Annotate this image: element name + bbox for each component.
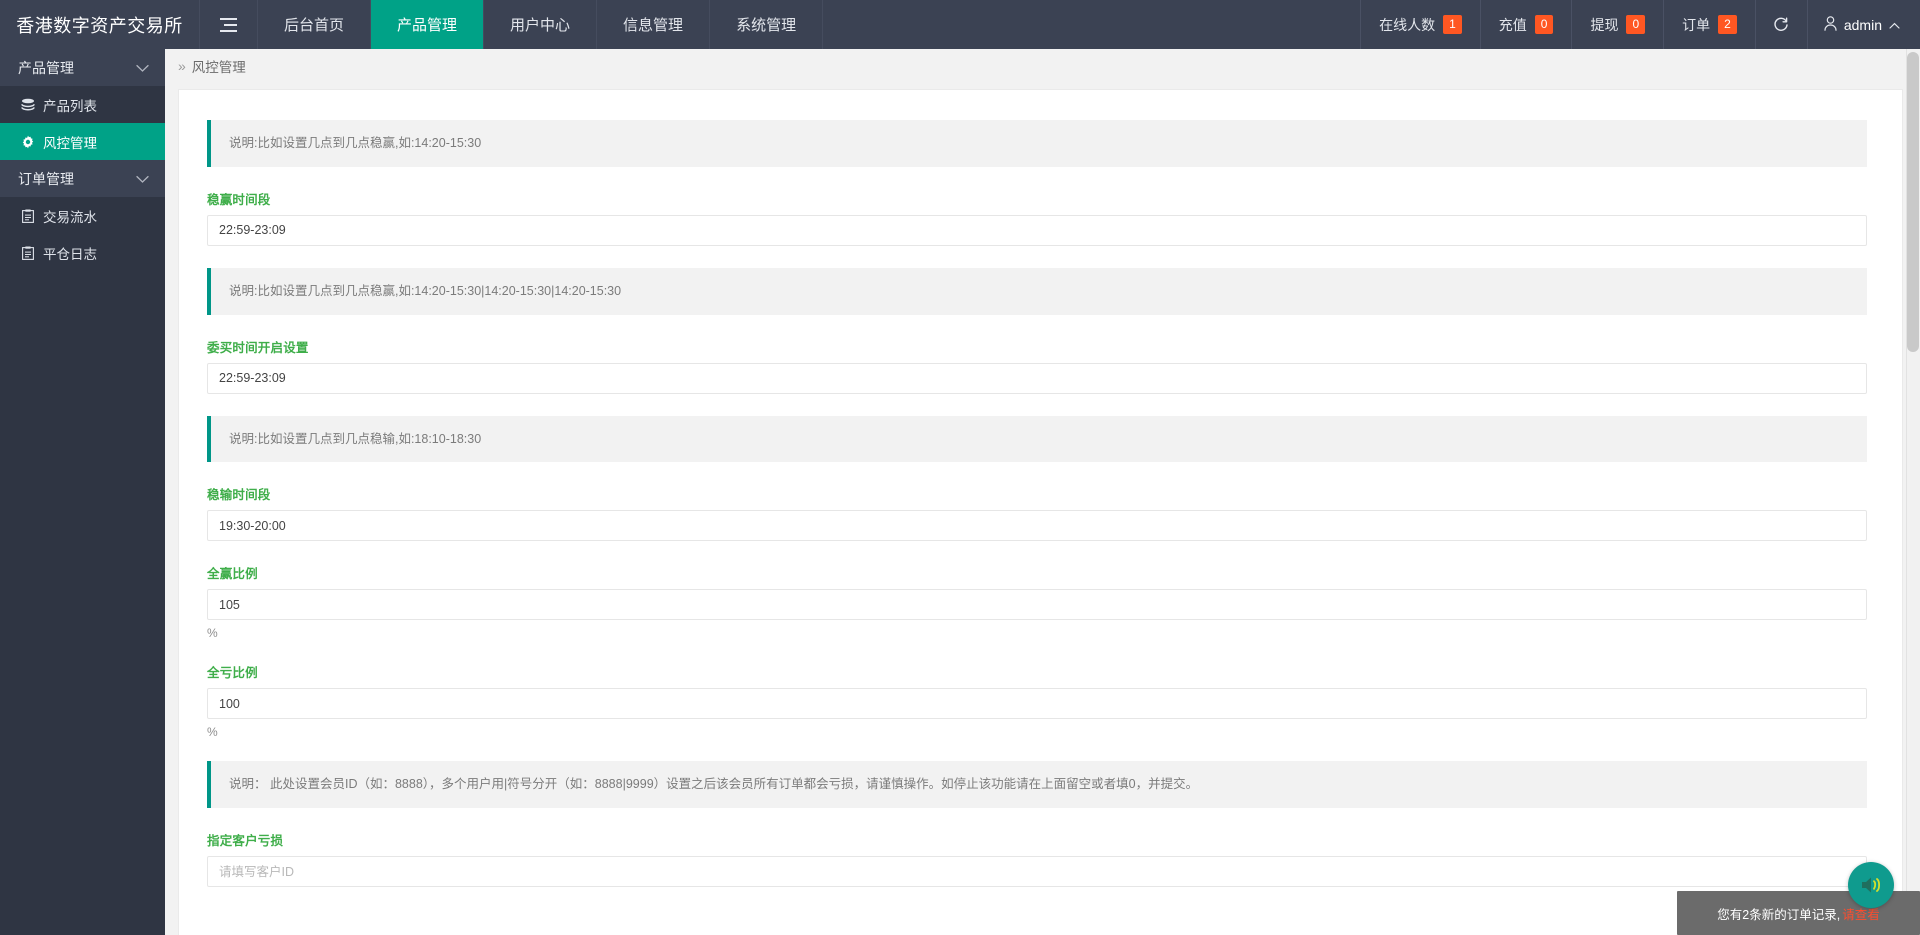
sidebar-item-product-list[interactable]: 产品列表	[0, 86, 165, 123]
sidebar-group-order-label: 订单管理	[18, 170, 74, 187]
field-group-win-ratio: 全赢比例 %	[207, 563, 1867, 640]
risk-control-card: 说明:比如设置几点到几点稳赢,如:14:20-15:30 稳赢时间段 说明:比如…	[178, 89, 1903, 935]
label-loss-ratio: 全亏比例	[207, 666, 258, 681]
header-spacer	[823, 0, 1360, 49]
field-group-loss-ratio: 全亏比例 %	[207, 662, 1867, 739]
help-win-ratio: %	[207, 626, 218, 641]
input-win-time[interactable]	[207, 214, 1867, 246]
user-icon	[1824, 15, 1837, 34]
field-group-win-time: 稳赢时间段	[207, 189, 1867, 246]
user-menu[interactable]: admin	[1806, 0, 1920, 49]
sidebar-item-risk-control[interactable]: 风控管理	[0, 123, 165, 160]
risk-control-form: 说明:比如设置几点到几点稳赢,如:14:20-15:30 稳赢时间段 说明:比如…	[207, 120, 1867, 887]
stat-online-label: 在线人数	[1379, 16, 1436, 33]
sidebar-item-close-position-log[interactable]: 平仓日志	[0, 234, 165, 271]
chevron-down-icon	[136, 171, 149, 187]
input-buy-time[interactable]	[207, 362, 1867, 394]
field-group-specified-customer-loss: 指定客户亏损	[207, 830, 1867, 887]
sidebar-group-product-label: 产品管理	[18, 59, 74, 76]
clipboard-icon	[20, 209, 35, 223]
chevron-down-icon	[136, 60, 149, 76]
stat-deposit[interactable]: 充值 0	[1479, 0, 1572, 49]
top-header: 香港数字资产交易所 后台首页 产品管理 用户中心 信息管理 系统管理 在线人数 …	[0, 0, 1920, 49]
nav-item-user[interactable]: 用户中心	[484, 0, 598, 49]
sidebar-item-transaction-flow[interactable]: 交易流水	[0, 197, 165, 234]
breadcrumb-arrows-icon: »	[178, 58, 186, 74]
stat-withdraw-label: 提现	[1590, 16, 1619, 33]
chevron-up-icon	[1889, 17, 1900, 33]
speaker-icon	[1862, 877, 1880, 893]
page-scrollbar-thumb[interactable]	[1907, 52, 1919, 352]
main-nav: 后台首页 产品管理 用户中心 信息管理 系统管理	[258, 0, 824, 49]
breadcrumb: » 风控管理	[165, 49, 1920, 83]
sidebar-item-risk-control-label: 风控管理	[43, 135, 97, 151]
hamburger-icon[interactable]	[200, 0, 258, 49]
stat-order-badge: 2	[1718, 15, 1737, 34]
input-lose-time[interactable]	[207, 510, 1867, 542]
label-lose-time: 稳输时间段	[207, 488, 271, 503]
sidebar-item-product-list-label: 产品列表	[43, 98, 97, 114]
field-group-buy-time: 委买时间开启设置	[207, 337, 1867, 394]
gear-icon	[20, 135, 35, 149]
nav-item-info[interactable]: 信息管理	[597, 0, 711, 49]
help-loss-ratio: %	[207, 725, 218, 740]
breadcrumb-current: 风控管理	[191, 60, 246, 75]
app-logo: 香港数字资产交易所	[0, 0, 200, 49]
alert-buy-time-hint: 说明:比如设置几点到几点稳赢,如:14:20-15:30|14:20-15:30…	[207, 267, 1867, 315]
alert-win-time-hint: 说明:比如设置几点到几点稳赢,如:14:20-15:30	[207, 120, 1867, 167]
label-win-time: 稳赢时间段	[207, 192, 271, 207]
sidebar-group-order[interactable]: 订单管理	[0, 160, 165, 197]
user-name: admin	[1843, 16, 1882, 33]
sidebar-item-close-position-log-label: 平仓日志	[43, 246, 97, 262]
stat-deposit-label: 充值	[1498, 16, 1527, 33]
label-win-ratio: 全赢比例	[207, 567, 258, 582]
header-right: 在线人数 1 充值 0 提现 0 订单 2 admin	[1360, 0, 1920, 49]
sidebar: 产品管理 产品列表 风控管理 订单管理 交易流水 平仓日志	[0, 49, 165, 935]
label-specified-customer-loss: 指定客户亏损	[207, 834, 284, 848]
main-content: » 风控管理 说明:比如设置几点到几点稳赢,如:14:20-15:30 稳赢时间…	[165, 49, 1920, 935]
stat-deposit-badge: 0	[1534, 15, 1554, 34]
alert-lose-time-hint: 说明:比如设置几点到几点稳输,如:18:10-18:30	[207, 415, 1867, 463]
alert-member-loss-hint: 说明： 此处设置会员ID（如：8888），多个用户用|符号分开（如：8888|9…	[207, 761, 1867, 808]
field-group-lose-time: 稳输时间段	[207, 484, 1867, 542]
sound-toggle-button[interactable]	[1848, 862, 1894, 908]
stat-online[interactable]: 在线人数 1	[1360, 0, 1480, 49]
toast-text: 您有2条新的订单记录,	[1717, 907, 1841, 922]
sidebar-filler	[0, 271, 165, 935]
input-win-ratio[interactable]	[207, 589, 1867, 621]
nav-item-system[interactable]: 系统管理	[710, 0, 824, 49]
layers-icon	[20, 98, 35, 111]
label-buy-time: 委买时间开启设置	[207, 340, 309, 355]
stat-order[interactable]: 订单 2	[1663, 0, 1755, 49]
stat-online-badge: 1	[1443, 15, 1462, 34]
sidebar-group-product[interactable]: 产品管理	[0, 49, 165, 86]
stat-order-label: 订单	[1682, 16, 1711, 33]
refresh-icon[interactable]	[1754, 0, 1807, 49]
input-loss-ratio[interactable]	[207, 688, 1867, 720]
nav-item-product[interactable]: 产品管理	[371, 0, 485, 49]
stat-withdraw-badge: 0	[1626, 15, 1646, 34]
sidebar-item-transaction-flow-label: 交易流水	[43, 209, 97, 225]
stat-withdraw[interactable]: 提现 0	[1571, 0, 1663, 49]
nav-item-home[interactable]: 后台首页	[258, 0, 372, 49]
input-specified-customer-loss[interactable]	[207, 856, 1867, 887]
clipboard-icon	[20, 246, 35, 260]
